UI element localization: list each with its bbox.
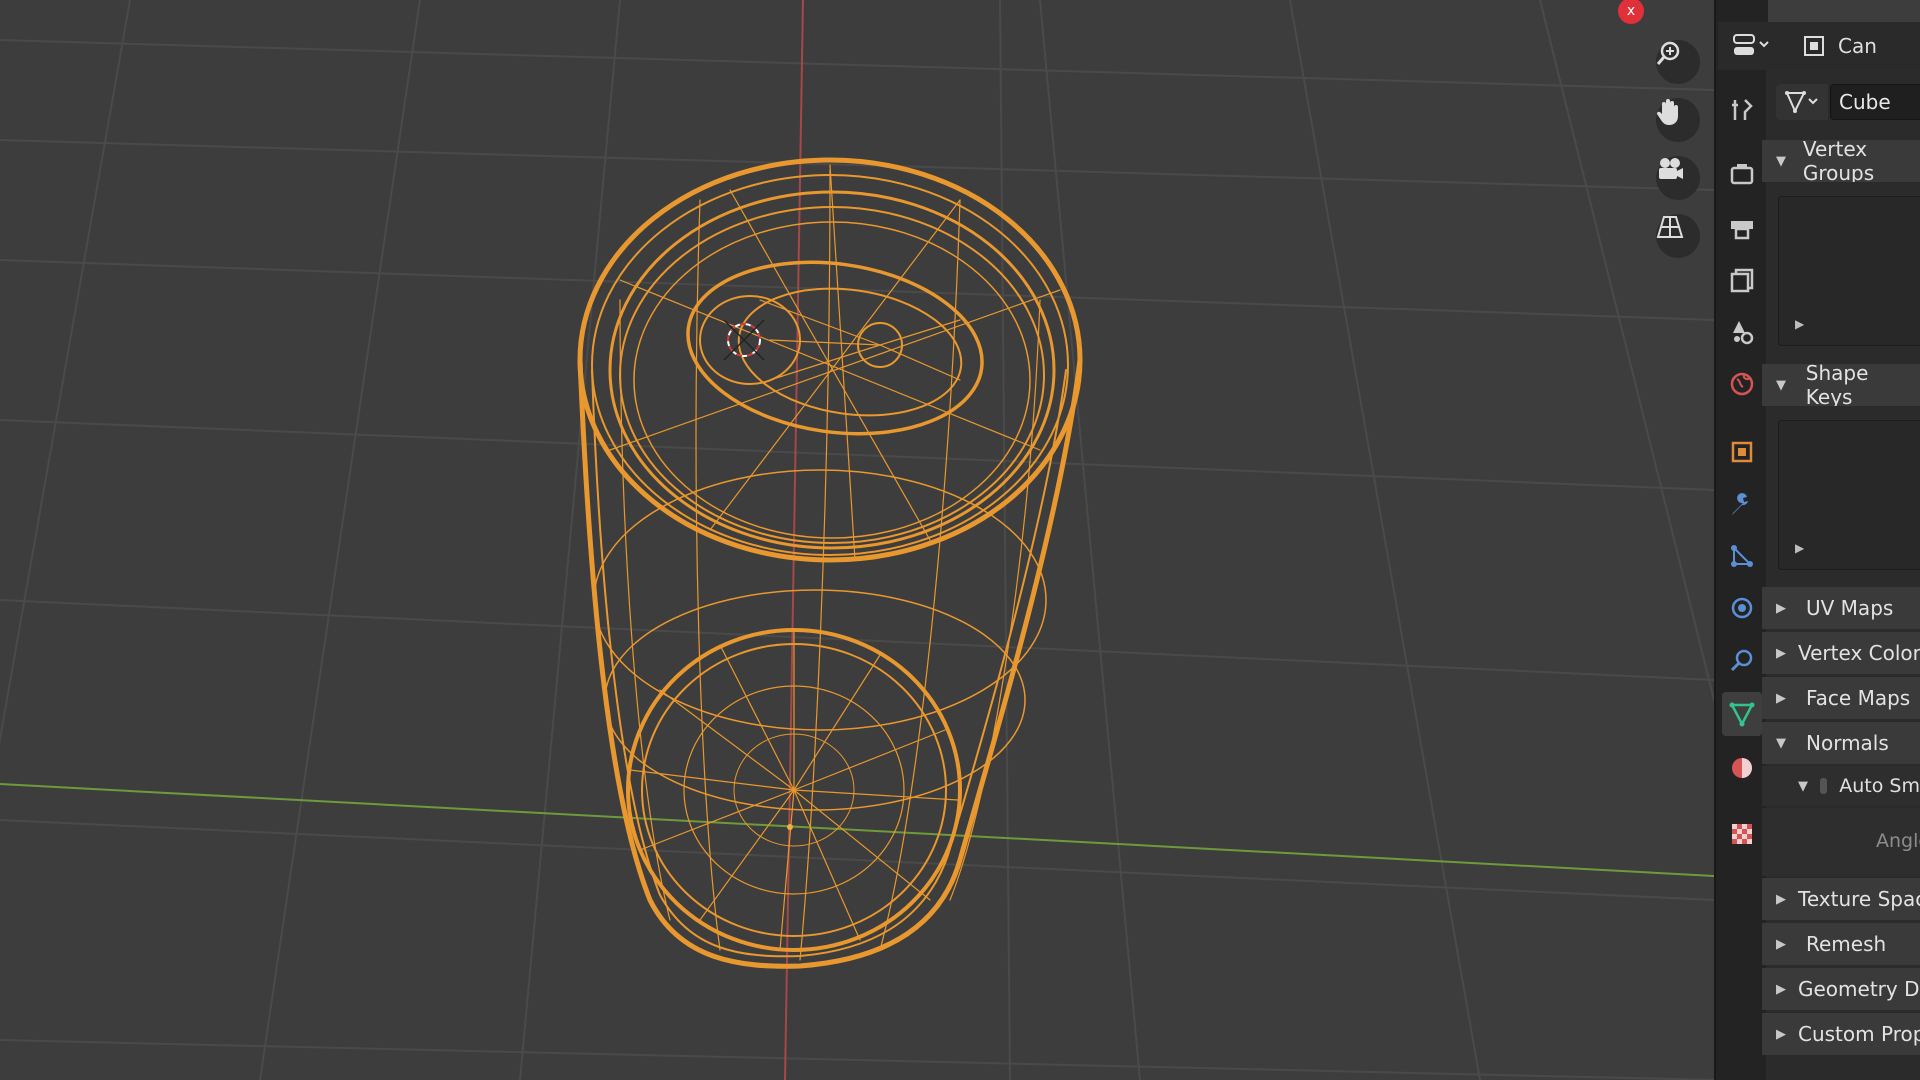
view-layer-icon[interactable] xyxy=(1722,258,1762,302)
section-label: Normals xyxy=(1806,731,1889,755)
scene-icon[interactable] xyxy=(1722,310,1762,354)
viewport-canvas[interactable] xyxy=(0,0,1714,1080)
expanded-arrow-icon: ▼ xyxy=(1776,153,1786,169)
properties-header: Can xyxy=(1718,22,1920,70)
auto-smooth-row: ▼ Auto Sm xyxy=(1762,766,1920,806)
mesh-data-icon[interactable] xyxy=(1722,692,1762,736)
collapsed-arrow-icon: ▶ xyxy=(1776,645,1786,661)
expanded-arrow-icon: ▼ xyxy=(1776,735,1786,751)
section-shape-keys[interactable]: ▼ Shape Keys xyxy=(1762,364,1920,406)
modifier-icon[interactable] xyxy=(1722,482,1762,526)
zoom-icon[interactable] xyxy=(1656,40,1700,84)
auto-smooth-checkbox[interactable] xyxy=(1820,778,1828,794)
object-name-label: Can xyxy=(1838,34,1877,58)
camera-icon[interactable] xyxy=(1656,156,1700,200)
editor-type-icon[interactable] xyxy=(1732,28,1776,62)
collapsed-arrow-icon: ▶ xyxy=(1776,690,1786,706)
collapsed-arrow-icon: ▶ xyxy=(1776,891,1786,907)
list-expand-icon[interactable]: ▶ xyxy=(1795,317,1804,331)
tool-icon[interactable] xyxy=(1722,88,1762,132)
subpanel-arrow-icon[interactable]: ▼ xyxy=(1798,779,1808,794)
section-vertex-colors[interactable]: ▶ Vertex Colors xyxy=(1762,632,1920,674)
mesh-name-value: Cube xyxy=(1839,90,1891,114)
properties-tab-column xyxy=(1714,0,1768,1080)
y-axis-line xyxy=(0,783,1714,877)
section-normals[interactable]: ▼ Normals xyxy=(1762,722,1920,764)
shape-keys-list[interactable]: ▶ xyxy=(1778,420,1920,570)
perspective-grid-icon[interactable] xyxy=(1656,214,1700,258)
section-geometry-data[interactable]: ▶ Geometry Data xyxy=(1762,968,1920,1010)
section-vertex-groups[interactable]: ▼ Vertex Groups xyxy=(1762,140,1920,182)
section-label: Vertex Groups xyxy=(1802,140,1875,182)
section-custom-properties[interactable]: ▶ Custom Properties xyxy=(1762,1013,1920,1055)
constraints-icon[interactable] xyxy=(1722,638,1762,682)
angle-row: Angle xyxy=(1762,808,1920,876)
collapsed-arrow-icon: ▶ xyxy=(1776,600,1786,616)
vertex-groups-list[interactable]: ▶ xyxy=(1778,196,1920,346)
section-texture-space[interactable]: ▶ Texture Space xyxy=(1762,878,1920,920)
angle-label: Angle xyxy=(1876,830,1920,852)
section-label: Remesh xyxy=(1806,932,1887,956)
section-label: Shape Keys xyxy=(1805,364,1869,406)
section-label: Vertex Colors xyxy=(1798,641,1920,665)
section-face-maps[interactable]: ▶ Face Maps xyxy=(1762,677,1920,719)
3d-viewport[interactable]: x xyxy=(0,0,1714,1080)
collapsed-arrow-icon: ▶ xyxy=(1776,981,1786,997)
collapsed-arrow-icon: ▶ xyxy=(1776,936,1786,952)
section-label: UV Maps xyxy=(1806,596,1894,620)
section-label: Texture Space xyxy=(1798,887,1920,911)
texture-icon[interactable] xyxy=(1722,812,1762,856)
material-icon[interactable] xyxy=(1722,746,1762,790)
mesh-datablock-selector[interactable] xyxy=(1776,84,1828,120)
physics-icon[interactable] xyxy=(1722,586,1762,630)
expanded-arrow-icon: ▼ xyxy=(1776,377,1786,393)
close-label: x xyxy=(1626,3,1636,19)
world-icon[interactable] xyxy=(1722,362,1762,406)
object-origin-dot xyxy=(787,824,793,830)
particles-icon[interactable] xyxy=(1722,534,1762,578)
section-label: Geometry Data xyxy=(1798,977,1920,1001)
section-uv-maps[interactable]: ▶ UV Maps xyxy=(1762,587,1920,629)
section-label: Custom Properties xyxy=(1798,1022,1920,1046)
mesh-data-small-icon xyxy=(1785,91,1818,114)
object-icon[interactable] xyxy=(1722,430,1762,474)
section-remesh[interactable]: ▶ Remesh xyxy=(1762,923,1920,965)
3d-cursor-icon xyxy=(723,319,765,361)
auto-smooth-label: Auto Sm xyxy=(1839,775,1920,797)
list-expand-icon[interactable]: ▶ xyxy=(1795,541,1804,555)
mesh-name-field[interactable]: Cube xyxy=(1830,84,1920,120)
render-icon[interactable] xyxy=(1722,152,1762,196)
section-label: Face Maps xyxy=(1806,686,1911,710)
collapsed-arrow-icon: ▶ xyxy=(1776,1026,1786,1042)
hand-pan-icon[interactable] xyxy=(1656,98,1700,142)
object-mode-icon xyxy=(1802,34,1826,62)
output-icon[interactable] xyxy=(1722,206,1762,250)
